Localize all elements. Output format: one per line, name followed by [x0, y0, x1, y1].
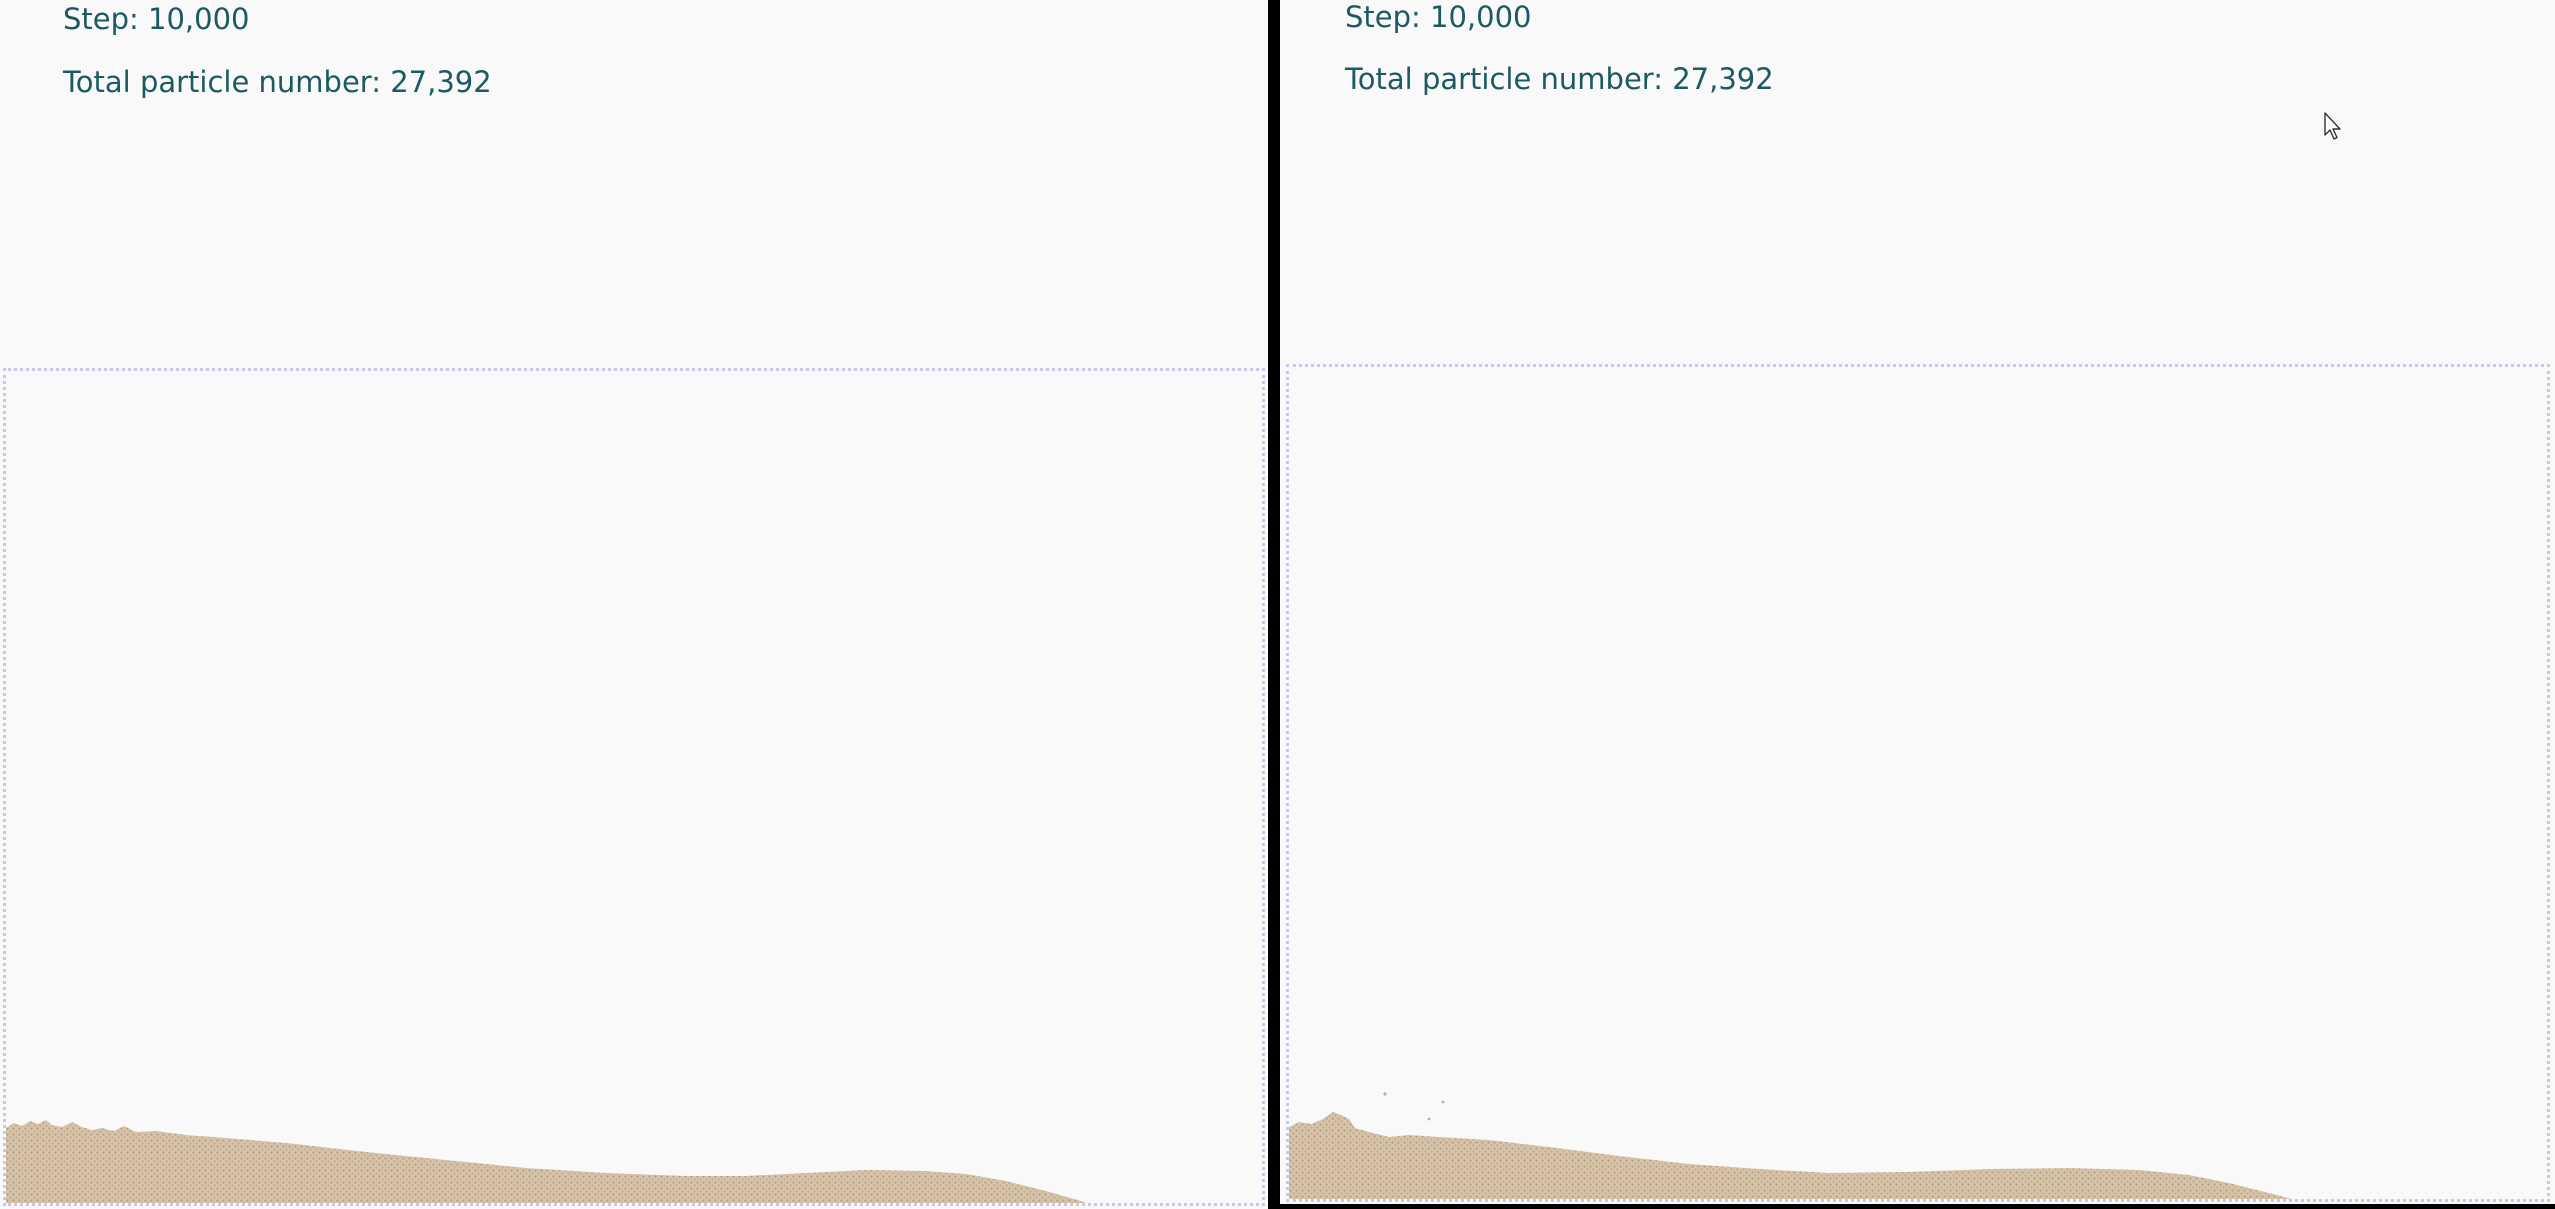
particle-count: Total particle number: 27,392	[63, 65, 492, 99]
sand-pile	[6, 1120, 1086, 1203]
step-counter: Step: 10,000	[63, 2, 250, 36]
sand-particles	[1289, 1092, 2292, 1199]
mouse-pointer-icon	[2324, 112, 2341, 140]
screen: Step: 10,000 Total particle number: 27,3…	[0, 0, 2555, 1209]
simulation-container	[3, 368, 1265, 1206]
simulation-container	[1286, 364, 2550, 1202]
sand-pile	[1289, 1112, 2292, 1199]
left-simulation-panel: Step: 10,000 Total particle number: 27,3…	[0, 0, 1268, 1209]
particle-count: Total particle number: 27,392	[1345, 62, 1774, 96]
sand-particles	[6, 1120, 1086, 1203]
step-counter: Step: 10,000	[1345, 0, 1532, 34]
right-simulation-panel: Step: 10,000 Total particle number: 27,3…	[1280, 0, 2555, 1204]
